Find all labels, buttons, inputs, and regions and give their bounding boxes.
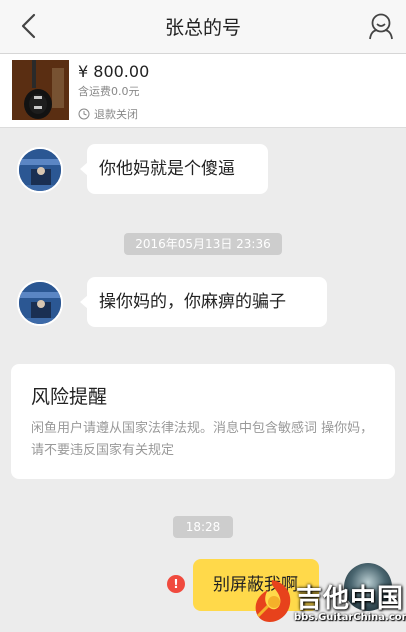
message-bubble[interactable]: 操你妈的，你麻痹的骗子 [80, 277, 327, 327]
message-text: 操你妈的，你麻痹的骗子 [99, 292, 286, 312]
risk-notice-title: 风险提醒 [31, 386, 108, 408]
avatar[interactable] [17, 280, 63, 326]
product-price: ¥ 800.00 [78, 62, 150, 81]
page-title: 张总的号 [164, 17, 241, 39]
shipping-fee: 含运费0.0元 [78, 85, 140, 98]
product-thumbnail [12, 60, 69, 120]
nav-bar: 张总的号 [0, 0, 406, 54]
avatar[interactable] [17, 147, 63, 193]
timestamp: 2016年05月13日 23:36 [124, 233, 282, 255]
watermark-text: 吉他中国 [296, 584, 405, 614]
risk-notice-body: 闲鱼用户请遵从国家法律法规。消息中包含敏感词 操你妈，请不要违反国家有关规定 [31, 421, 374, 458]
guitar-logo-icon [255, 580, 291, 622]
watermark-url: bbs.GuitarChina.com [294, 612, 406, 623]
clock-icon [78, 108, 90, 120]
user-face-icon[interactable] [368, 12, 394, 40]
timestamp: 18:28 [173, 516, 233, 538]
message-bubble[interactable]: 你他妈就是个傻逼 [80, 144, 268, 194]
refund-status-label: 退款关闭 [94, 108, 138, 121]
risk-notice-card: 风险提醒 闲鱼用户请遵从国家法律法规。消息中包含敏感词 操你妈，请不要违反国家有… [11, 364, 395, 479]
send-failed-icon[interactable]: ! [167, 575, 185, 593]
product-card[interactable]: ¥ 800.00 含运费0.0元 退款关闭 [0, 54, 406, 128]
watermark: 吉他中国 bbs.GuitarChina.com [248, 572, 406, 632]
refund-status: 退款关闭 [78, 106, 138, 122]
message-text: 你他妈就是个傻逼 [99, 159, 235, 179]
